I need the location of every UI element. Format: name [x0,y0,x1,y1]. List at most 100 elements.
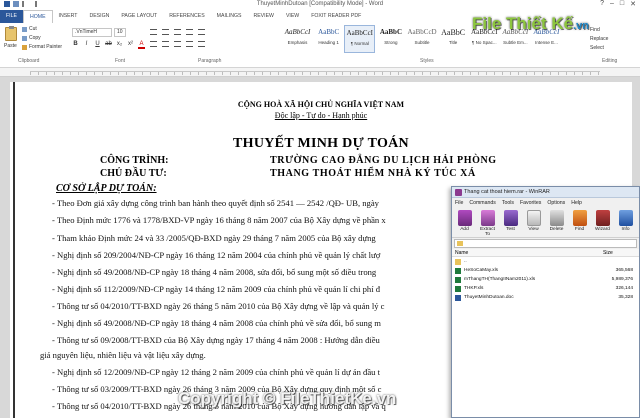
test-icon [503,210,518,226]
add-button[interactable]: Add [454,208,475,237]
basis-line: - Nghị định số 112/2009/NĐ-CP ngày 14 th… [52,284,381,294]
tab-foxit-reader-pdf[interactable]: FOXIT READER PDF [305,10,367,23]
numbering-icon[interactable] [162,29,169,35]
tab-insert[interactable]: INSERT [53,10,84,23]
align-left-icon[interactable] [150,41,157,47]
basis-line: - Theo Định mức 1776 và 1778/BXD-VP ngày… [52,215,386,225]
format-painter-button[interactable]: Format Painter [22,44,62,50]
help-icon[interactable]: ? [600,0,604,8]
maximize-icon[interactable]: □ [620,0,624,8]
menu-commands[interactable]: Commands [469,198,496,208]
align-center-icon[interactable] [162,41,169,47]
line-spacing-icon[interactable] [198,41,205,47]
tab-page-layout[interactable]: PAGE LAYOUT [115,10,163,23]
increase-indent-icon[interactable] [198,29,205,35]
cut-button[interactable]: Cut [22,26,37,32]
superscript-icon[interactable]: x² [127,41,134,49]
extract-to-button[interactable]: Extract To [477,208,498,237]
paste-button[interactable]: Paste [4,43,17,49]
decrease-indent-icon[interactable] [186,29,193,35]
test-button[interactable]: Test [500,208,521,237]
multilevel-list-icon[interactable] [174,29,181,35]
word-file-icon [455,294,461,301]
horizontal-ruler[interactable] [0,68,640,77]
tab-references[interactable]: REFERENCES [163,10,210,23]
view-button[interactable]: View [523,208,544,237]
style-sample: AaBbCcD [407,28,437,36]
copy-button[interactable]: Copy [22,35,41,41]
strikethrough-icon[interactable]: ab [105,41,112,49]
style-emphasis[interactable]: AaBbCcI Emphasis [282,25,313,53]
style-name: Heading 1 [318,40,339,45]
justify-icon[interactable] [186,41,193,47]
list-item[interactable]: HeSoCaMay.xls 365,568 [452,266,639,275]
style-title[interactable]: AaBbC Title [438,25,469,53]
list-item[interactable]: .. [452,257,639,266]
font-color-icon[interactable]: A [138,41,145,49]
menu-tools[interactable]: Tools [502,198,514,208]
tab-mailings[interactable]: MAILINGS [211,10,248,23]
tab-design[interactable]: DESIGN [83,10,115,23]
menu-help[interactable]: Help [571,198,582,208]
minimize-icon[interactable]: – [610,0,614,8]
list-item[interactable]: ThuyetMinhDutoan.doc 35,328 [452,293,639,302]
replace-button[interactable]: Replace [590,36,640,42]
column-name[interactable]: Name [455,249,603,256]
info-button[interactable]: Info [615,208,636,237]
subscript-icon[interactable]: x₂ [116,41,123,49]
window-title: ThuyetMinhDutoan [Compatibility Mode] - … [256,1,384,7]
delete-button[interactable]: Delete [546,208,567,237]
italic-icon[interactable]: I [83,41,90,49]
menu-options[interactable]: Options [547,198,565,208]
clipboard-group: Paste Cut Copy Format Painter [2,25,70,57]
font-size-box[interactable]: 10 [114,28,126,37]
bold-icon[interactable]: B [72,41,79,49]
menu-favorites[interactable]: Favorites [520,198,541,208]
tab-file[interactable]: FILE [0,10,23,23]
column-size[interactable]: Size [603,249,613,256]
window-controls: ? – □ ✕ [600,0,636,8]
menu-file[interactable]: File [455,198,463,208]
style-subtitle[interactable]: AaBbCcD Subtitle [406,25,437,53]
file-size: 326,144 [615,286,633,291]
style-heading-1[interactable]: AaBbC Heading 1 [313,25,344,53]
style-sample: AaBbCcI [284,28,311,36]
list-item[interactable]: mThangTH(ThangIINam2011).xls 5,989,376 [452,275,639,284]
basis-line: - Thông tư số 09/2008/TT-BXD của Bộ Xây … [52,335,380,345]
style-name: Subtle Em... [503,40,528,45]
bullets-icon[interactable] [150,29,157,35]
underline-icon[interactable]: U [94,41,101,49]
font-name-box[interactable]: .VnTimeH [72,28,112,37]
file-list: .. HeSoCaMay.xls 365,568 mThangTH(ThangII… [452,257,639,417]
tab-view[interactable]: VIEW [280,10,305,23]
find-button[interactable]: Find [569,208,590,237]
close-icon[interactable]: ✕ [630,0,636,8]
font-label: Font [115,58,126,64]
parent-folder-icon [455,258,461,265]
style-strong[interactable]: AaBbC Strong [375,25,406,53]
delete-icon [549,210,564,226]
style-sample: AaBbC [379,28,403,36]
tab-review[interactable]: REVIEW [247,10,279,23]
select-button[interactable]: Select [590,45,640,51]
align-right-icon[interactable] [174,41,181,47]
basis-heading: CƠ SỞ LẬP DỰ TOÁN: [56,183,157,194]
cut-label: Cut [29,26,37,32]
basis-line: - Nghị định số 12/2009/NĐ-CP ngày 12 thá… [52,367,380,377]
document-heading: THUYẾT MINH DỰ TOÁN [233,136,409,151]
tool-label: Add [460,227,469,232]
wizard-button[interactable]: Wizard [592,208,613,237]
format-painter-label: Format Painter [29,44,63,50]
tab-home[interactable]: HOME [22,10,53,23]
clipboard-label: Clipboard [18,58,40,64]
archive-path-bar[interactable] [454,239,637,248]
paste-icon[interactable] [5,26,17,41]
style-normal[interactable]: AaBbCcI ¶ Normal [344,25,376,53]
find-button[interactable]: Find [590,27,640,33]
style-sample: AaBbCcI [346,29,374,37]
title-bar: ThuyetMinhDutoan [Compatibility Mode] - … [0,0,640,10]
paragraph-group [150,26,260,58]
winrar-title[interactable]: Thang cat thoat hiem.rar - WinRAR [452,187,639,198]
style-name: Emphasis [287,40,308,45]
list-item[interactable]: THKP.xls 326,144 [452,284,639,293]
